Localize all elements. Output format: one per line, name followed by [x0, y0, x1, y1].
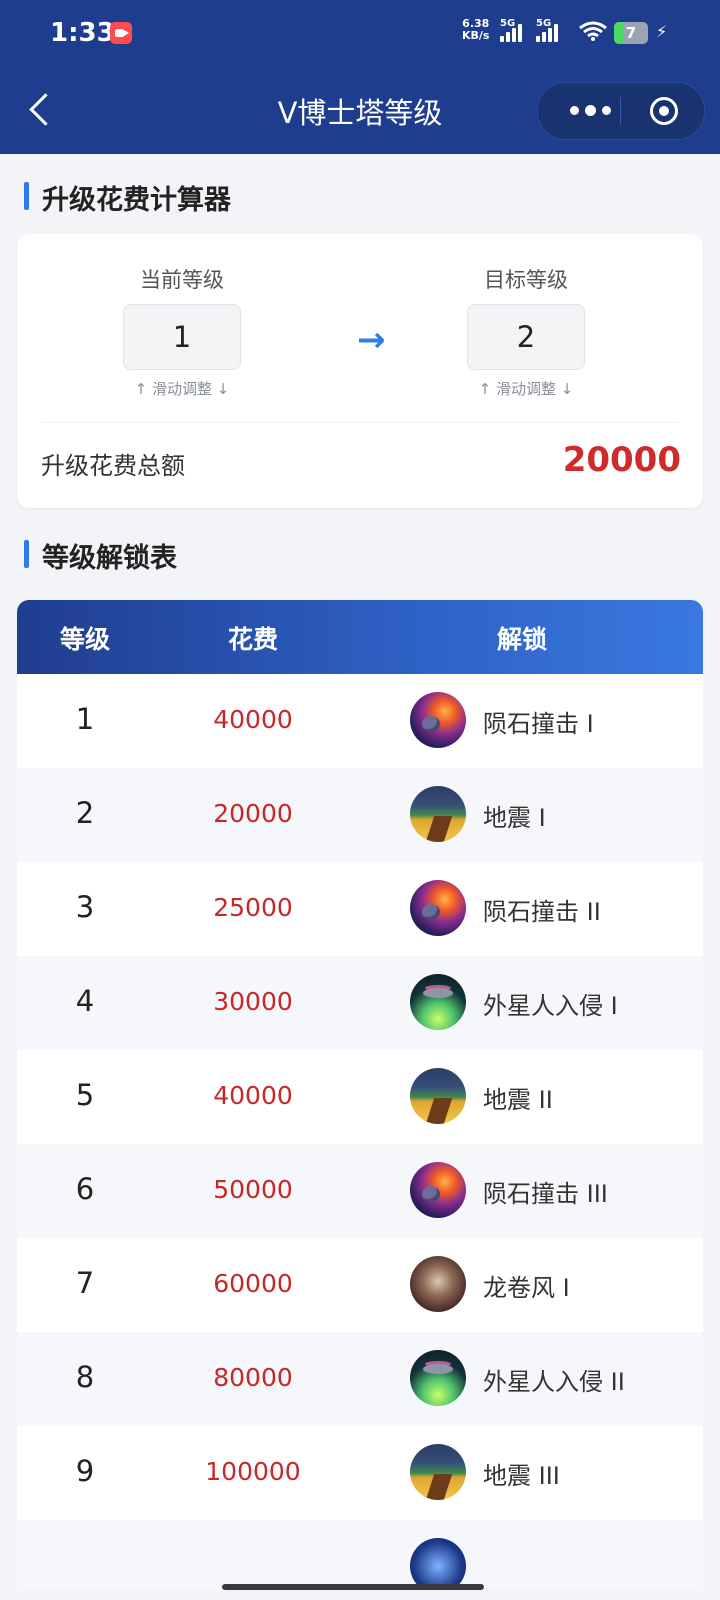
- table-header: 等级 花费 解锁: [17, 600, 703, 674]
- status-time: 1:33: [50, 18, 115, 48]
- target-level-hint: ↑ 滑动调整 ↓: [478, 380, 574, 398]
- row-unlock: 地震 I: [483, 804, 546, 832]
- ufo-icon: [410, 1350, 466, 1406]
- total-cost-label: 升级花费总额: [41, 452, 185, 480]
- table-row: 5 40000 地震 II: [17, 1050, 703, 1145]
- row-level: 8: [75, 1360, 95, 1394]
- unlock-table: 等级 花费 解锁 1 40000 陨石撞击 I 2 20000 地震 I 3 2…: [17, 600, 703, 1590]
- calculator-card: 当前等级 1 ↑ 滑动调整 ↓ → 目标等级 2 ↑ 滑动调整 ↓ 升级花费总额…: [17, 234, 703, 508]
- table-row: 2 20000 地震 I: [17, 768, 703, 863]
- table-row: 6 50000 陨石撞击 III: [17, 1144, 703, 1239]
- calculator-section-title: 升级花费计算器: [24, 178, 231, 217]
- total-cost-value: 20000: [562, 440, 681, 480]
- row-unlock: 陨石撞击 II: [483, 898, 601, 926]
- row-unlock: 外星人入侵 II: [483, 1368, 625, 1396]
- row-unlock: 地震 III: [483, 1462, 560, 1490]
- current-level-label: 当前等级: [140, 268, 224, 292]
- screen-record-icon: [110, 22, 132, 44]
- row-level: 6: [75, 1172, 95, 1206]
- row-level: 4: [75, 984, 95, 1018]
- tornado-icon: [410, 1256, 466, 1312]
- row-cost: 25000: [213, 893, 293, 922]
- target-level-picker[interactable]: 2: [467, 304, 585, 370]
- row-level: 3: [75, 890, 95, 924]
- row-level: 2: [75, 796, 95, 830]
- earthquake-icon: [410, 1068, 466, 1124]
- row-cost: 60000: [213, 1269, 293, 1298]
- table-row: 1 40000 陨石撞击 I: [17, 674, 703, 769]
- row-level: 5: [75, 1078, 95, 1112]
- close-miniapp-button[interactable]: [650, 97, 678, 125]
- home-indicator[interactable]: [222, 1584, 484, 1590]
- table-row: 8 80000 外星人入侵 II: [17, 1332, 703, 1427]
- meteor-icon: [410, 880, 466, 936]
- top-bar: 1:33 6.38 KB/s 5G 5G 7 ⚡ V博士塔等级: [0, 0, 720, 154]
- header-unlock: 解锁: [496, 625, 547, 654]
- header-cost: 花费: [227, 625, 278, 654]
- row-cost: 80000: [213, 1363, 293, 1392]
- header-level: 等级: [59, 625, 110, 654]
- row-cost: 40000: [213, 705, 293, 734]
- meteor-icon: [410, 1162, 466, 1218]
- target-level-label: 目标等级: [484, 268, 568, 292]
- lightning-icon: [410, 1538, 466, 1590]
- row-unlock: 龙卷风 I: [483, 1274, 570, 1302]
- current-level-block: 当前等级 1 ↑ 滑动调整 ↓: [112, 264, 252, 399]
- divider: [41, 422, 679, 423]
- wifi-icon: [579, 21, 607, 41]
- table-row: 7 60000 龙卷风 I: [17, 1238, 703, 1333]
- speed-unit: KB/s: [462, 29, 490, 42]
- table-row: 9 100000 地震 III: [17, 1426, 703, 1521]
- earthquake-icon: [410, 1444, 466, 1500]
- table-row: [17, 1520, 703, 1590]
- row-level: 1: [75, 702, 95, 736]
- row-cost: 100000: [205, 1457, 301, 1486]
- unlock-table-section-title: 等级解锁表: [24, 536, 177, 575]
- ufo-icon: [410, 974, 466, 1030]
- arrow-right-icon: →: [357, 320, 386, 360]
- current-level-hint: ↑ 滑动调整 ↓: [134, 380, 230, 398]
- row-unlock: 陨石撞击 I: [483, 710, 594, 738]
- earthquake-icon: [410, 786, 466, 842]
- row-unlock: 地震 II: [483, 1086, 553, 1114]
- current-level-picker[interactable]: 1: [123, 304, 241, 370]
- network-speed: 6.38 KB/s: [462, 18, 489, 42]
- target-level-block: 目标等级 2 ↑ 滑动调整 ↓: [456, 264, 596, 399]
- row-level: 9: [75, 1454, 95, 1488]
- signal-icon-2: 5G: [536, 18, 564, 42]
- signal-icon: 5G: [500, 18, 528, 42]
- row-unlock: 陨石撞击 III: [483, 1180, 608, 1208]
- table-row: 3 25000 陨石撞击 II: [17, 862, 703, 957]
- miniapp-capsule: [537, 82, 705, 140]
- battery-icon: 7: [614, 22, 648, 44]
- row-cost: 30000: [213, 987, 293, 1016]
- table-row: 4 30000 外星人入侵 I: [17, 956, 703, 1051]
- row-unlock: 外星人入侵 I: [483, 992, 618, 1020]
- charging-icon: ⚡: [656, 22, 668, 41]
- row-level: 7: [75, 1266, 95, 1300]
- more-button[interactable]: [560, 83, 620, 139]
- meteor-icon: [410, 692, 466, 748]
- row-cost: 20000: [213, 799, 293, 828]
- row-cost: 50000: [213, 1175, 293, 1204]
- battery-level: 7: [625, 24, 637, 42]
- row-cost: 40000: [213, 1081, 293, 1110]
